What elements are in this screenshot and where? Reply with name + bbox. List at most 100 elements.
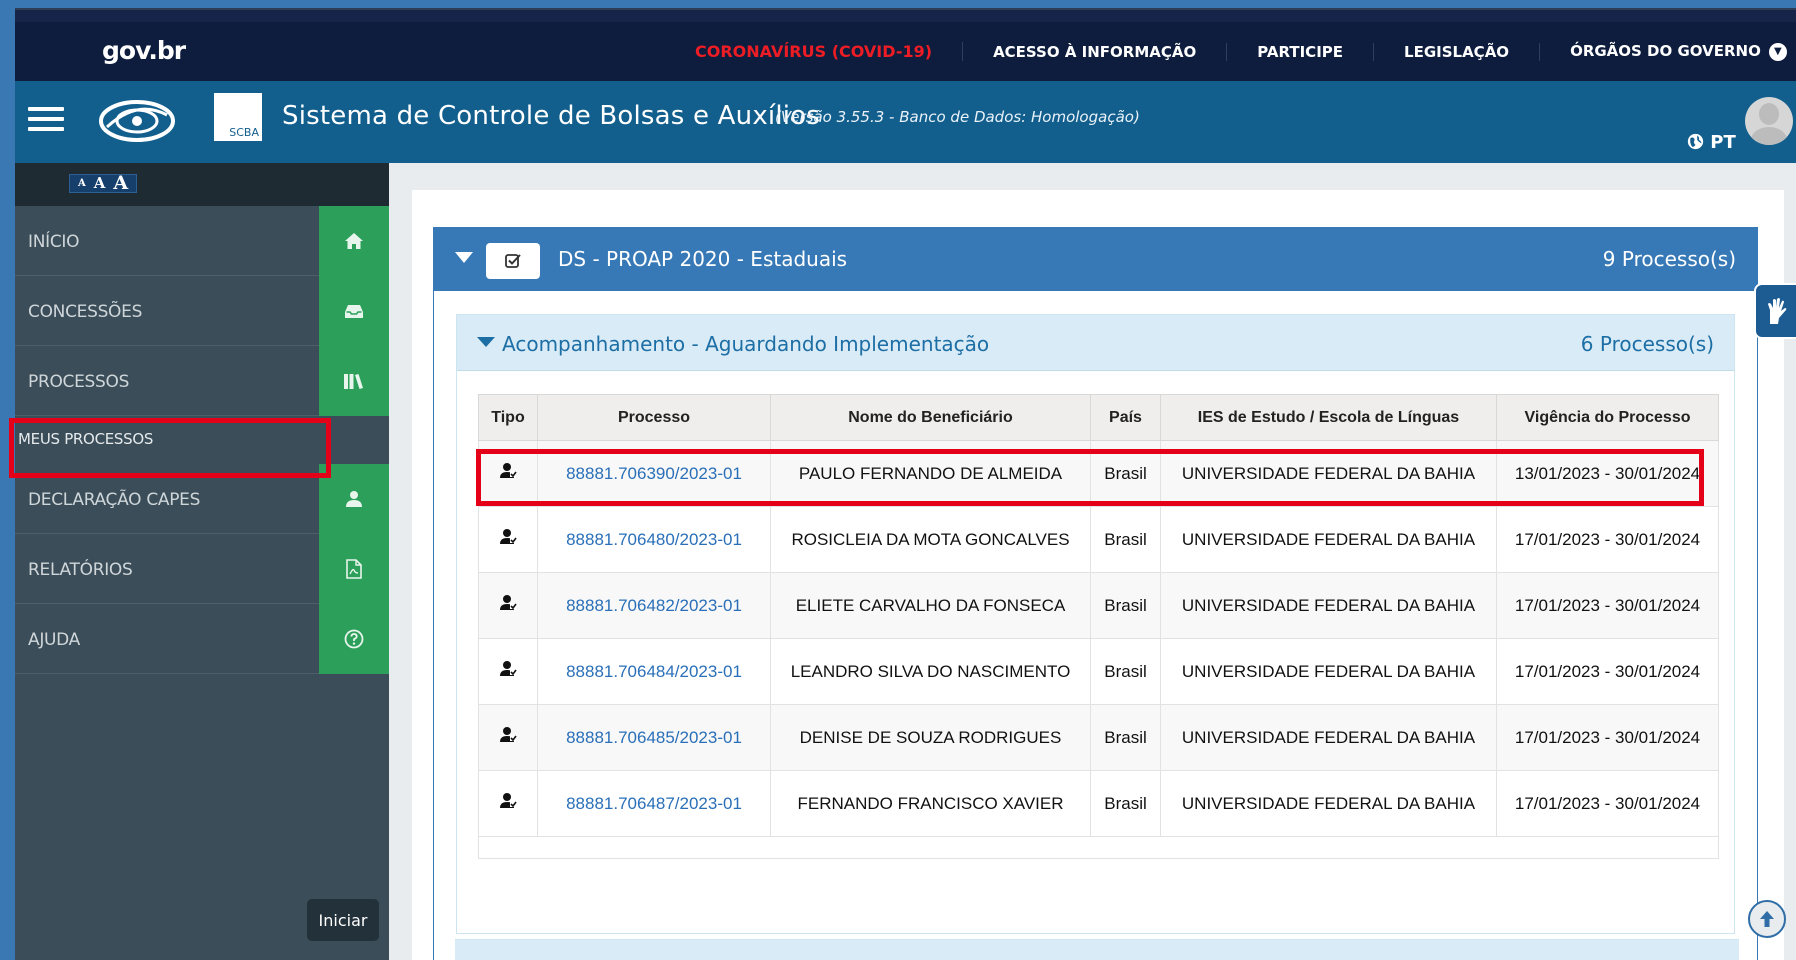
scroll-to-top-icon[interactable] (1748, 900, 1786, 938)
ies-cell: UNIVERSIDADE FEDERAL DA BAHIA (1160, 440, 1497, 507)
vigencia-cell: 17/01/2023 - 30/01/2024 (1496, 572, 1719, 639)
processo-link[interactable]: 88881.706485/2023-01 (537, 704, 771, 771)
processo-link[interactable]: 88881.706480/2023-01 (537, 506, 771, 573)
table-row[interactable]: 88881.706390/2023-01 PAULO FERNANDO DE AL… (478, 440, 1719, 507)
gov-link-covid[interactable]: CORONAVÍRUS (COVID-19) (665, 42, 964, 61)
avatar[interactable] (1745, 97, 1793, 145)
processo-link[interactable]: 88881.706482/2023-01 (537, 572, 771, 639)
program-panel-header[interactable]: DS - PROAP 2020 - Estaduais 9 Processo(s… (434, 228, 1757, 291)
sidebar-item-label: CONCESSÕES (28, 302, 143, 322)
capes-logo-icon[interactable] (97, 91, 177, 155)
gov-link-orgaos[interactable]: ÓRGÃOS DO GOVERNO ▼ (1540, 42, 1796, 61)
gov-link-orgaos-label: ÓRGÃOS DO GOVERNO (1570, 42, 1761, 60)
column-header[interactable]: Processo (537, 394, 771, 441)
sidebar-item-relatorios[interactable]: RELATÓRIOS (15, 534, 319, 604)
processo-link[interactable]: 88881.706484/2023-01 (537, 638, 771, 705)
collapse-caret-icon[interactable] (477, 337, 495, 347)
beneficiario-cell: FERNANDO FRANCISCO XAVIER (770, 770, 1091, 837)
column-header[interactable]: IES de Estudo / Escola de Línguas (1160, 394, 1497, 441)
table-row[interactable]: 88881.706487/2023-01 FERNANDO FRANCISCO X… (478, 770, 1719, 837)
table-footer-row (478, 836, 1719, 859)
books-icon[interactable] (319, 346, 389, 416)
select-checkbox-button[interactable] (486, 243, 540, 279)
font-size-large-button[interactable]: A (109, 174, 132, 193)
hamburger-menu-icon[interactable] (28, 107, 64, 131)
vigencia-cell: 17/01/2023 - 30/01/2024 (1496, 704, 1719, 771)
sidebar-item-ajuda[interactable]: AJUDA (15, 604, 319, 674)
beneficiario-cell: PAULO FERNANDO DE ALMEIDA (770, 440, 1091, 507)
table-row[interactable]: 88881.706485/2023-01 DENISE DE SOUZA RODR… (478, 704, 1719, 771)
status-process-count: 6 Processo(s) (1580, 332, 1714, 356)
person-icon (499, 529, 517, 550)
font-size-controls: A A A (69, 174, 138, 193)
sidebar-item-label: RELATÓRIOS (28, 560, 133, 580)
sidebar-item-inicio[interactable]: INÍCIO (15, 206, 319, 276)
processo-link[interactable]: 88881.706487/2023-01 (537, 770, 771, 837)
font-size-small-button[interactable]: A (74, 175, 90, 192)
iniciar-button[interactable]: Iniciar (307, 899, 379, 941)
sidebar: INÍCIO CONCESSÕES PROCESSOS MEUS PROCESS… (15, 206, 389, 960)
status-title: Acompanhamento - Aguardando Implementaçã… (502, 332, 990, 356)
gov-bar: gov.br CORONAVÍRUS (COVID-19) ACESSO À I… (15, 22, 1796, 81)
ies-cell: UNIVERSIDADE FEDERAL DA BAHIA (1160, 704, 1497, 771)
main-content: DS - PROAP 2020 - Estaduais 9 Processo(s… (389, 163, 1796, 960)
column-header[interactable]: Nome do Beneficiário (770, 394, 1091, 441)
person-icon (499, 727, 517, 748)
language-selector[interactable]: PT (1687, 132, 1736, 153)
pais-cell: Brasil (1090, 770, 1161, 837)
sidebar-item-label: INÍCIO (28, 232, 80, 252)
sidebar-item-label: AJUDA (28, 630, 81, 650)
home-icon[interactable] (319, 206, 389, 276)
app-title: Sistema de Controle de Bolsas e Auxílios (282, 101, 821, 131)
sidebar-item-label: DECLARAÇÃO CAPES (28, 490, 201, 510)
ies-cell: UNIVERSIDADE FEDERAL DA BAHIA (1160, 506, 1497, 573)
sidebar-item-processos[interactable]: PROCESSOS (15, 346, 319, 416)
tipo-cell (478, 572, 538, 639)
vigencia-cell: 17/01/2023 - 30/01/2024 (1496, 770, 1719, 837)
table-row[interactable]: 88881.706484/2023-01 LEANDRO SILVA DO NAS… (478, 638, 1719, 705)
gov-link-participe[interactable]: PARTICIPE (1227, 42, 1375, 61)
status-subpanel-header[interactable]: Acompanhamento - Aguardando Implementaçã… (457, 315, 1734, 371)
chevron-down-icon: ▼ (1768, 43, 1787, 61)
language-label: PT (1710, 132, 1736, 153)
column-header[interactable]: País (1090, 394, 1161, 441)
vigencia-cell: 13/01/2023 - 30/01/2024 (1496, 440, 1719, 507)
process-table: Tipo Processo Nome do Beneficiário País … (478, 394, 1719, 859)
beneficiario-cell: DENISE DE SOUZA RODRIGUES (770, 704, 1091, 771)
ies-cell: UNIVERSIDADE FEDERAL DA BAHIA (1160, 770, 1497, 837)
gov-br-logo[interactable]: gov.br (102, 36, 186, 65)
person-icon (499, 595, 517, 616)
tipo-cell (478, 506, 538, 573)
pdf-icon[interactable] (319, 534, 389, 604)
sign-language-icon[interactable] (1754, 283, 1796, 339)
globe-icon (1687, 132, 1710, 153)
sidebar-item-concessoes[interactable]: CONCESSÕES (15, 276, 319, 346)
app-version: (Versão 3.55.3 - Banco de Dados: Homolog… (775, 108, 1140, 126)
column-header[interactable]: Vigência do Processo (1496, 394, 1719, 441)
window-topbar (15, 8, 1796, 22)
vigencia-cell: 17/01/2023 - 30/01/2024 (1496, 506, 1719, 573)
program-title: DS - PROAP 2020 - Estaduais (558, 247, 848, 271)
person-icon (499, 661, 517, 682)
vigencia-cell: 17/01/2023 - 30/01/2024 (1496, 638, 1719, 705)
help-icon[interactable] (319, 604, 389, 674)
tipo-cell (478, 770, 538, 837)
program-panel: DS - PROAP 2020 - Estaduais 9 Processo(s… (433, 227, 1758, 960)
window-frame-top (0, 0, 1796, 8)
font-size-medium-button[interactable]: A (90, 175, 110, 192)
pais-cell: Brasil (1090, 440, 1161, 507)
table-header-row: Tipo Processo Nome do Beneficiário País … (478, 394, 1719, 441)
column-header[interactable]: Tipo (478, 394, 538, 441)
accessibility-bar: A A A (15, 163, 389, 206)
gov-link-legislacao[interactable]: LEGISLAÇÃO (1374, 42, 1541, 61)
gov-link-acesso-informacao[interactable]: ACESSO À INFORMAÇÃO (963, 42, 1228, 61)
table-row[interactable]: 88881.706482/2023-01 ELIETE CARVALHO DA F… (478, 572, 1719, 639)
collapse-caret-icon[interactable] (455, 252, 473, 263)
processo-link[interactable]: 88881.706390/2023-01 (537, 440, 771, 507)
pais-cell: Brasil (1090, 704, 1161, 771)
scba-logo: SCBA (214, 93, 262, 141)
table-row[interactable]: 88881.706480/2023-01 ROSICLEIA DA MOTA GO… (478, 506, 1719, 573)
next-subpanel-header[interactable] (455, 939, 1739, 960)
inbox-icon[interactable] (319, 276, 389, 346)
app-header: SCBA Sistema de Controle de Bolsas e Aux… (15, 81, 1796, 163)
